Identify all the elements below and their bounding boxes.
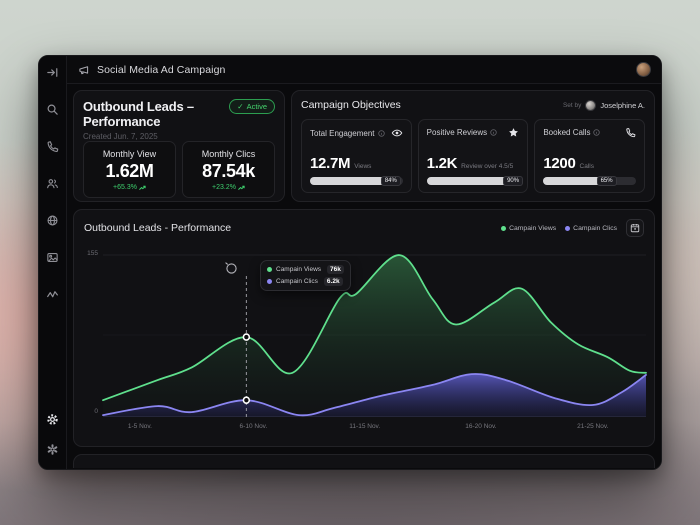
stat-monthly-view: Monthly View 1.62M +65.3% xyxy=(83,141,176,198)
media-icon[interactable] xyxy=(41,245,65,269)
trend-up-badge: +65.3% xyxy=(113,184,146,191)
objectives-owner: Set by Joselphine A. xyxy=(563,100,645,111)
performance-card: Outbound Leads – Performance ✓ Active Cr… xyxy=(73,90,285,202)
progress-label: 84% xyxy=(381,176,401,186)
progress-bar: 65% xyxy=(543,177,636,185)
app-window: Social Media Ad Campaign Outbound Leads … xyxy=(38,55,662,470)
legend-dot-green xyxy=(501,226,506,231)
dashboard-content: Outbound Leads – Performance ✓ Active Cr… xyxy=(67,84,661,469)
clics-hover-marker xyxy=(243,397,249,403)
phone-icon xyxy=(625,127,636,138)
objective-total-engagement: Total Engagement 12.7M Views xyxy=(301,119,412,193)
owner-avatar[interactable] xyxy=(585,100,596,111)
chart-canvas xyxy=(103,254,646,417)
progress-label: 90% xyxy=(503,176,523,186)
x-axis-labels: 1-5 Nov. 6-10 Nov. 11-15 Nov. 16-20 Nov.… xyxy=(103,423,646,435)
collapse-sidebar-icon[interactable] xyxy=(41,59,65,85)
tooltip-dot-green xyxy=(267,267,272,272)
user-avatar[interactable] xyxy=(636,62,651,77)
progress-bar: 90% xyxy=(427,177,520,185)
cursor-icon xyxy=(224,261,238,275)
info-icon[interactable] xyxy=(378,130,385,137)
trend-up-icon xyxy=(238,185,245,191)
page-title: Social Media Ad Campaign xyxy=(97,64,225,76)
x-tick: 6-10 Nov. xyxy=(240,423,268,430)
y-axis-min: 0 xyxy=(78,408,98,415)
sidebar-nav xyxy=(41,97,65,306)
trend-up-icon xyxy=(139,185,146,191)
legend-dot-purple xyxy=(565,226,570,231)
search-icon[interactable] xyxy=(41,97,65,121)
performance-title: Outbound Leads – Performance xyxy=(83,99,223,129)
star-icon xyxy=(508,127,519,138)
performance-chart-card: Outbound Leads - Performance Campain Vie… xyxy=(73,209,655,447)
chart-title: Outbound Leads - Performance xyxy=(84,222,231,234)
sidebar xyxy=(39,56,67,469)
info-icon[interactable] xyxy=(490,129,497,136)
chart-legend: Campain Views Campain Clics xyxy=(501,219,644,237)
eye-icon xyxy=(391,127,403,139)
progress-bar: 84% xyxy=(310,177,403,185)
objective-positive-reviews: Positive Reviews 1.2K Review over 4.5/5 xyxy=(418,119,529,193)
main-area: Social Media Ad Campaign Outbound Leads … xyxy=(67,56,661,469)
settings-gear-icon[interactable] xyxy=(41,407,65,431)
views-hover-marker xyxy=(243,334,249,340)
x-tick: 11-15 Nov. xyxy=(349,423,380,430)
owner-name: Joselphine A. xyxy=(600,101,645,110)
y-axis-max: 155 xyxy=(78,250,98,257)
info-icon[interactable] xyxy=(593,129,600,136)
app-logo-icon[interactable] xyxy=(41,437,65,461)
views-area xyxy=(103,255,646,417)
tooltip-dot-purple xyxy=(267,279,272,284)
sidebar-bottom xyxy=(41,407,65,469)
topbar: Social Media Ad Campaign xyxy=(67,56,661,84)
x-tick: 16-20 Nov. xyxy=(465,423,496,430)
progress-label: 65% xyxy=(597,176,617,186)
status-badge: ✓ Active xyxy=(229,99,275,114)
chart-tooltip: Campain Views 76k Campain Clics 6.2k xyxy=(260,260,351,291)
x-tick: 1-5 Nov. xyxy=(128,423,152,430)
trend-up-badge: +23.2% xyxy=(212,184,245,191)
next-section-card-partial xyxy=(73,454,655,468)
calendar-icon[interactable] xyxy=(626,219,644,237)
legend-campain-clics[interactable]: Campain Clics xyxy=(565,225,617,232)
phone-icon[interactable] xyxy=(41,134,65,158)
globe-icon[interactable] xyxy=(41,208,65,232)
campaign-objectives-card: Campaign Objectives Set by Joselphine A.… xyxy=(291,90,655,202)
x-tick: 21-25 Nov. xyxy=(577,423,608,430)
chart-plot-area[interactable]: Campain Views 76k Campain Clics 6.2k xyxy=(103,254,646,417)
objectives-title: Campaign Objectives xyxy=(301,99,401,111)
team-icon[interactable] xyxy=(41,171,65,195)
check-icon: ✓ xyxy=(237,102,243,111)
legend-campain-views[interactable]: Campain Views xyxy=(501,225,556,232)
analytics-icon[interactable] xyxy=(41,282,65,306)
objective-booked-calls: Booked Calls 1200 Calls xyxy=(534,119,645,193)
megaphone-icon xyxy=(77,63,91,77)
created-date: Created Jun. 7, 2025 xyxy=(83,132,275,141)
stat-monthly-clics: Monthly Clics 87.54k +23.2% xyxy=(182,141,275,198)
